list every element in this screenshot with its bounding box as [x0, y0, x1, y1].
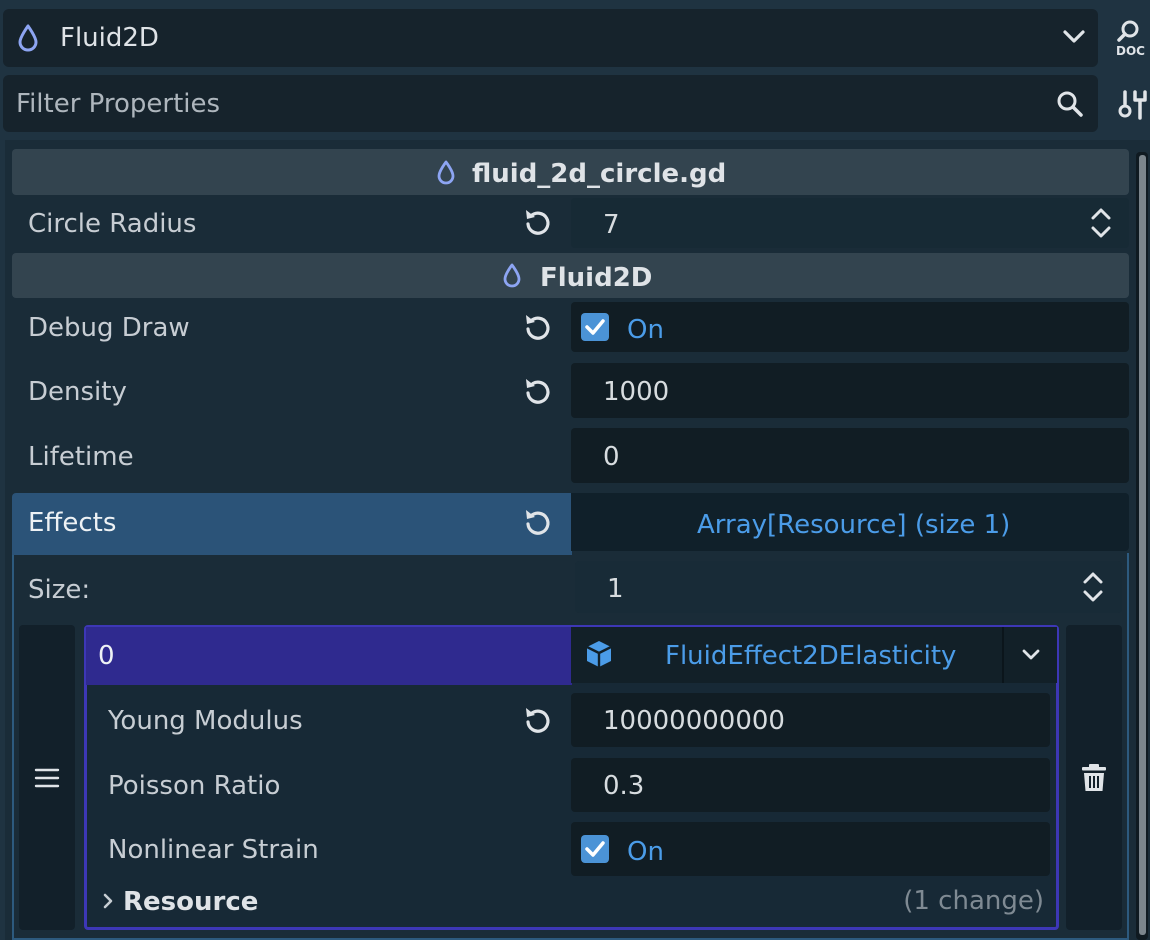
drag-handle-icon[interactable]	[34, 768, 60, 788]
delete-element-button[interactable]	[1066, 625, 1122, 930]
scrollbar-thumb[interactable]	[1139, 155, 1146, 935]
checkbox-checked-icon[interactable]	[581, 313, 609, 341]
spinner-arrows-icon[interactable]	[1081, 570, 1105, 604]
nonlinear-strain-toggle[interactable]: On	[571, 822, 1050, 876]
node-name: Fluid2D	[60, 23, 159, 53]
revert-icon[interactable]	[522, 375, 554, 407]
revert-icon[interactable]	[522, 311, 554, 343]
script-section-title: fluid_2d_circle.gd	[472, 159, 727, 189]
revert-icon[interactable]	[522, 704, 554, 736]
chevron-down-icon[interactable]	[1021, 648, 1041, 662]
circle-radius-value: 7	[603, 210, 620, 240]
resource-changes-count: (1 change)	[903, 886, 1044, 916]
array-size-label: Size:	[28, 575, 91, 605]
effects-array-value: Array[Resource] (size 1)	[697, 510, 1011, 540]
resource-group-header[interactable]: Resource (1 change)	[90, 878, 1052, 924]
svg-text:DOC: DOC	[1116, 44, 1145, 58]
debug-draw-value: On	[627, 315, 664, 345]
filter-placeholder: Filter Properties	[16, 89, 221, 119]
property-label: Density	[28, 377, 127, 407]
property-label: Poisson Ratio	[108, 771, 281, 801]
young-modulus-field[interactable]: 10000000000	[571, 693, 1050, 747]
chevron-down-icon[interactable]	[1062, 28, 1086, 46]
array-size-value: 1	[607, 574, 624, 604]
array-element-index: 0	[98, 641, 115, 671]
density-field[interactable]: 1000	[571, 363, 1129, 418]
lifetime-field[interactable]: 0	[571, 428, 1129, 483]
density-value: 1000	[603, 377, 670, 407]
element-drag-handle[interactable]	[19, 625, 75, 930]
array-size-spinbox[interactable]: 1	[575, 561, 1122, 613]
circle-radius-spinbox[interactable]: 7	[571, 198, 1129, 248]
young-modulus-value: 10000000000	[603, 706, 785, 736]
resource-group-label: Resource	[123, 887, 259, 917]
array-element-header[interactable]: 0	[86, 627, 572, 685]
resource-type-name: FluidEffect2DElasticity	[665, 641, 957, 671]
chevron-right-icon[interactable]	[102, 892, 114, 910]
resource-type-picker[interactable]: FluidEffect2DElasticity	[571, 627, 1057, 683]
lifetime-value: 0	[603, 442, 620, 472]
property-label: Young Modulus	[108, 706, 303, 736]
property-label: Nonlinear Strain	[108, 835, 319, 865]
property-label: Lifetime	[28, 442, 134, 472]
debug-draw-toggle[interactable]: On	[571, 302, 1129, 352]
property-label: Circle Radius	[28, 209, 197, 239]
node-selector[interactable]: Fluid2D	[3, 9, 1098, 67]
checkbox-checked-icon[interactable]	[581, 835, 609, 863]
script-section-header[interactable]: fluid_2d_circle.gd	[12, 149, 1129, 195]
droplet-icon	[437, 160, 455, 185]
search-icon[interactable]	[1055, 89, 1085, 119]
spinner-arrows-icon[interactable]	[1089, 206, 1113, 240]
resource-menu-button[interactable]	[1002, 627, 1057, 683]
tools-icon[interactable]	[1117, 88, 1150, 122]
droplet-icon	[503, 263, 521, 288]
effects-label: Effects	[28, 508, 117, 538]
poisson-ratio-field[interactable]: 0.3	[571, 758, 1050, 812]
class-section-header[interactable]: Fluid2D	[12, 253, 1129, 298]
filter-properties-input[interactable]: Filter Properties	[3, 75, 1098, 132]
revert-icon[interactable]	[522, 506, 554, 538]
droplet-icon	[17, 24, 39, 52]
cube-icon	[584, 639, 614, 669]
revert-icon[interactable]	[522, 206, 554, 238]
doc-search-icon[interactable]: DOC	[1113, 18, 1150, 58]
effects-array-button[interactable]: Array[Resource] (size 1)	[571, 493, 1129, 551]
trash-icon[interactable]	[1079, 763, 1109, 793]
nonlinear-strain-value: On	[627, 837, 664, 867]
property-label: Debug Draw	[28, 313, 190, 343]
effects-property[interactable]: Effects	[12, 493, 572, 555]
class-section-title: Fluid2D	[540, 263, 653, 293]
poisson-ratio-value: 0.3	[603, 771, 645, 801]
